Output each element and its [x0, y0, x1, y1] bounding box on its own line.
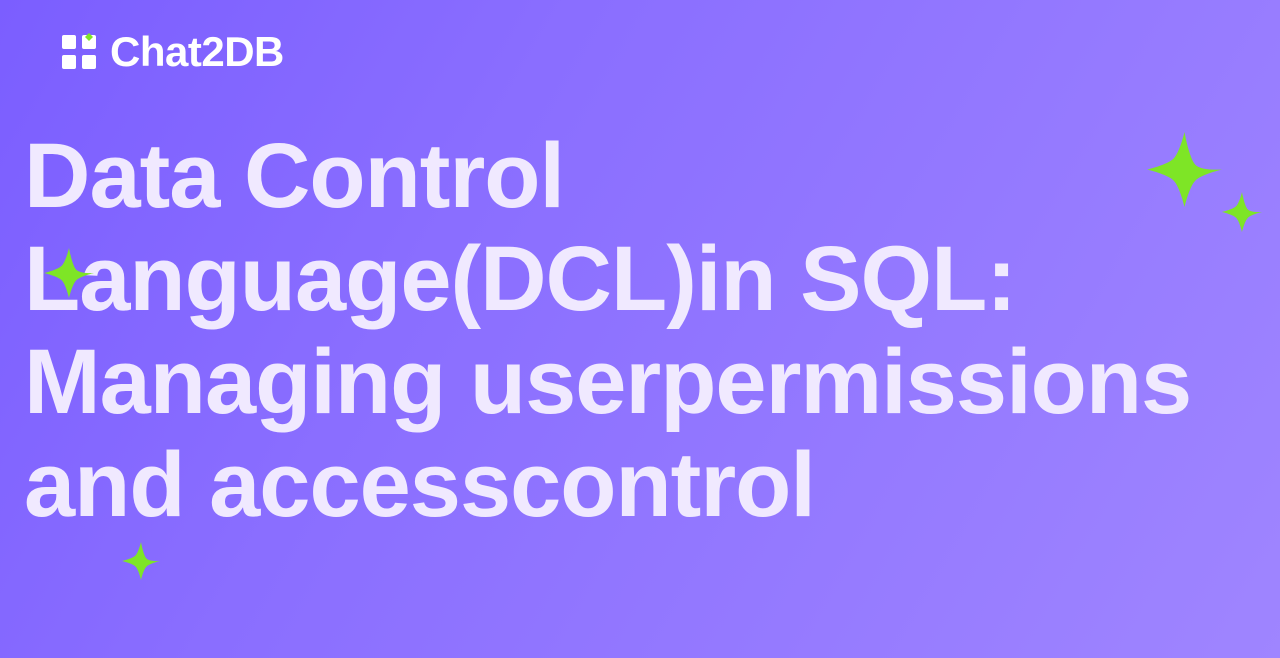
page-heading: Data Control Language(DCL)in SQL: Managi…	[24, 125, 1220, 537]
brand-logo: Chat2DB	[60, 28, 284, 76]
sparkle-icon	[44, 248, 94, 298]
sparkle-icon	[122, 542, 160, 580]
sparkle-icon	[1222, 192, 1262, 232]
brand-logo-icon	[60, 33, 98, 71]
brand-name: Chat2DB	[110, 28, 284, 76]
sparkle-icon	[1147, 132, 1222, 207]
